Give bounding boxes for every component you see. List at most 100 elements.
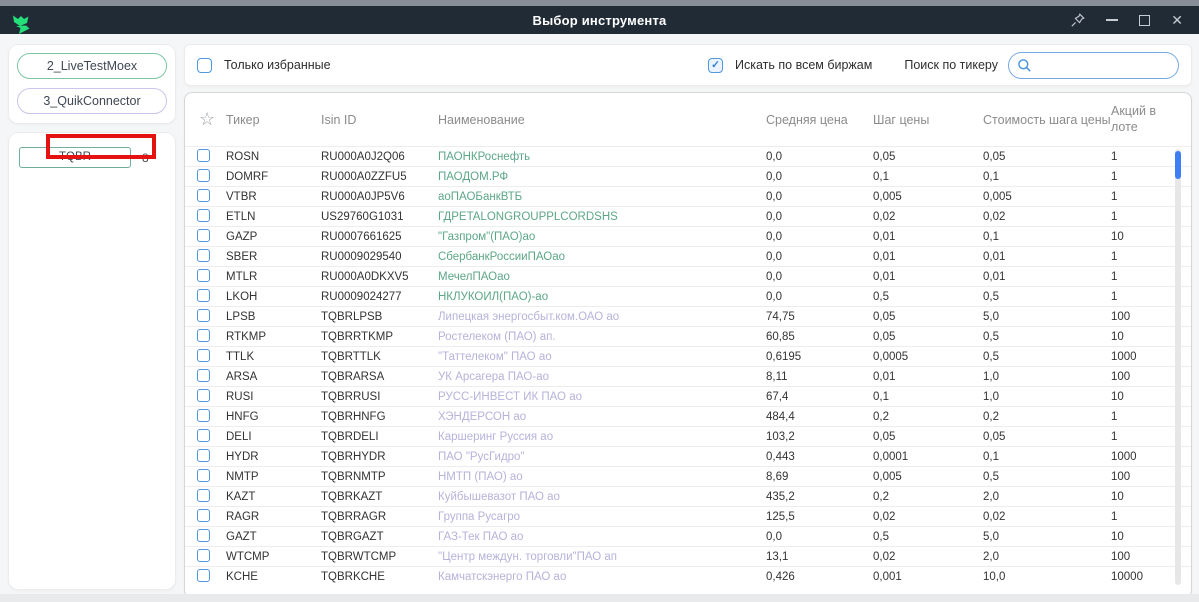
- row-checkbox[interactable]: [197, 489, 210, 502]
- avg-price-cell: 8,11: [766, 371, 873, 383]
- row-checkbox[interactable]: [197, 389, 210, 402]
- table-row[interactable]: WTCMP TQBRWTCMP "Центр междун. торговли"…: [185, 546, 1191, 566]
- table-row[interactable]: HYDR TQBRHYDR ПАО "РусГидро" 0,443 0,000…: [185, 446, 1191, 466]
- isin-cell: TQBRHNFG: [321, 411, 438, 423]
- ticker-search-box[interactable]: [1008, 52, 1179, 79]
- row-checkbox[interactable]: [197, 189, 210, 202]
- close-icon[interactable]: ✕: [1171, 13, 1183, 27]
- row-checkbox[interactable]: [197, 349, 210, 362]
- table-row[interactable]: ROSN RU000A0J2Q06 ПАОНКРоснефть 0,0 0,05…: [185, 146, 1191, 166]
- table-row[interactable]: DELI TQBRDELI Каршеринг Руссия ао 103,2 …: [185, 426, 1191, 446]
- row-checkbox[interactable]: [197, 429, 210, 442]
- table-row[interactable]: DOMRF RU000A0ZZFU5 ПАОДОМ.РФ 0,0 0,1 0,1…: [185, 166, 1191, 186]
- step-cost-cell: 1,0: [983, 391, 1111, 403]
- isin-cell: TQBRGAZT: [321, 531, 438, 543]
- row-checkbox[interactable]: [197, 529, 210, 542]
- star-icon[interactable]: ☆: [199, 109, 226, 130]
- red-highlight-annotation: [46, 134, 156, 159]
- name-cell: НКЛУКОЙЛ(ПАО)-ао: [438, 291, 766, 303]
- table-scrollbar-track[interactable]: [1175, 149, 1181, 585]
- avg-price-cell: 125,5: [766, 511, 873, 523]
- step-cost-cell: 0,1: [983, 171, 1111, 183]
- row-checkbox[interactable]: [197, 209, 210, 222]
- row-checkbox[interactable]: [197, 369, 210, 382]
- row-checkbox[interactable]: [197, 149, 210, 162]
- row-checkbox[interactable]: [197, 289, 210, 302]
- titlebar[interactable]: Выбор инструмента ✕: [0, 6, 1199, 34]
- maximize-icon[interactable]: [1139, 15, 1150, 26]
- row-checkbox[interactable]: [197, 509, 210, 522]
- column-header-ticker: Тикер: [226, 113, 321, 127]
- avg-price-cell: 0,0: [766, 211, 873, 223]
- name-cell: МечелПАОао: [438, 271, 766, 283]
- table-row[interactable]: ETLN US29760G1031 ГДРETALONGROUPPLCORDSH…: [185, 206, 1191, 226]
- row-checkbox[interactable]: [197, 229, 210, 242]
- table-row[interactable]: VTBR RU000A0JP5V6 аоПАОБанкВТБ 0,0 0,005…: [185, 186, 1191, 206]
- table-row[interactable]: RAGR TQBRRAGR Группа Русагро 125,5 0,02 …: [185, 506, 1191, 526]
- name-cell: РУСС-ИНВЕСТ ИК ПАО ао: [438, 391, 766, 403]
- row-checkbox[interactable]: [197, 549, 210, 562]
- step-cost-cell: 0,02: [983, 511, 1111, 523]
- row-checkbox[interactable]: [197, 469, 210, 482]
- table-row[interactable]: RTKMP TQBRRTKMP Ростелеком (ПАО) ап. 60,…: [185, 326, 1191, 346]
- step-cost-cell: 1,0: [983, 371, 1111, 383]
- connection-button-livetestmoex[interactable]: 2_LiveTestMoex: [17, 53, 167, 79]
- table-row[interactable]: KAZT TQBRKAZT Куйбышевазот ПАО ао 435,2 …: [185, 486, 1191, 506]
- price-step-cell: 0,0001: [873, 451, 983, 463]
- row-checkbox[interactable]: [197, 269, 210, 282]
- avg-price-cell: 0,0: [766, 531, 873, 543]
- row-checkbox[interactable]: [197, 409, 210, 422]
- table-row[interactable]: KCHE TQBRKCHE Камчатскэнерго ПАО ао 0,42…: [185, 566, 1191, 586]
- avg-price-cell: 0,0: [766, 191, 873, 203]
- ticker-cell: VTBR: [226, 191, 321, 203]
- table-row[interactable]: HNFG TQBRHNFG ХЭНДЕРСОН ао 484,4 0,2 0,2…: [185, 406, 1191, 426]
- table-row[interactable]: LKOH RU0009024277 НКЛУКОЙЛ(ПАО)-ао 0,0 0…: [185, 286, 1191, 306]
- connection-button-quikconnector[interactable]: 3_QuikConnector: [17, 88, 167, 114]
- column-header-avg-price: Средняя цена: [766, 113, 873, 127]
- row-checkbox[interactable]: [197, 169, 210, 182]
- step-cost-cell: 5,0: [983, 311, 1111, 323]
- price-step-cell: 0,005: [873, 471, 983, 483]
- row-checkbox[interactable]: [197, 569, 210, 582]
- row-checkbox[interactable]: [197, 309, 210, 322]
- table-row[interactable]: SBER RU0009029540 СбербанкРоссииПАОао 0,…: [185, 246, 1191, 266]
- isin-cell: TQBRNMTP: [321, 471, 438, 483]
- table-row[interactable]: NMTP TQBRNMTP НМТП (ПАО) ао 8,69 0,005 0…: [185, 466, 1191, 486]
- table-row[interactable]: ARSA TQBRARSA УК Арсагера ПАО-ао 8,11 0,…: [185, 366, 1191, 386]
- column-header-name: Наименование: [438, 113, 766, 127]
- row-checkbox[interactable]: [197, 249, 210, 262]
- price-step-cell: 0,005: [873, 191, 983, 203]
- table-row[interactable]: RUSI TQBRRUSI РУСС-ИНВЕСТ ИК ПАО ао 67,4…: [185, 386, 1191, 406]
- name-cell: УК Арсагера ПАО-ао: [438, 371, 766, 383]
- avg-price-cell: 0,0: [766, 251, 873, 263]
- favorites-only-checkbox[interactable]: [197, 58, 212, 73]
- ticker-cell: NMTP: [226, 471, 321, 483]
- table-header-row: ☆ Тикер Isin ID Наименование Средняя цен…: [185, 93, 1191, 146]
- pin-icon[interactable]: [1070, 13, 1085, 28]
- column-header-isin: Isin ID: [321, 113, 438, 127]
- table-row[interactable]: LPSB TQBRLPSB Липецкая энергосбыт.ком.ОА…: [185, 306, 1191, 326]
- table-scrollbar-thumb[interactable]: [1175, 151, 1181, 179]
- row-checkbox[interactable]: [197, 329, 210, 342]
- minimize-icon[interactable]: [1106, 19, 1118, 21]
- avg-price-cell: 60,85: [766, 331, 873, 343]
- search-input[interactable]: [1038, 57, 1170, 73]
- search-icon: [1017, 58, 1032, 73]
- table-row[interactable]: MTLR RU000A0DKXV5 МечелПАОао 0,0 0,01 0,…: [185, 266, 1191, 286]
- table-row[interactable]: TTLK TQBRTTLK "Таттелеком" ПАО ао 0,6195…: [185, 346, 1191, 366]
- ticker-cell: DELI: [226, 431, 321, 443]
- isin-cell: TQBRKCHE: [321, 571, 438, 583]
- step-cost-cell: 0,5: [983, 331, 1111, 343]
- price-step-cell: 0,05: [873, 151, 983, 163]
- avg-price-cell: 67,4: [766, 391, 873, 403]
- filter-toolbar: Только избранные ✓ Искать по всем биржам…: [184, 44, 1192, 86]
- row-checkbox[interactable]: [197, 449, 210, 462]
- price-step-cell: 0,1: [873, 391, 983, 403]
- table-row[interactable]: GAZP RU0007661625 "Газпром"(ПАО)ао 0,0 0…: [185, 226, 1191, 246]
- table-row[interactable]: GAZT TQBRGAZT ГАЗ-Тек ПАО ао 0,0 0,5 5,0…: [185, 526, 1191, 546]
- name-cell: ГДРETALONGROUPPLCORDSHS: [438, 211, 766, 223]
- avg-price-cell: 0,443: [766, 451, 873, 463]
- window-title: Выбор инструмента: [0, 13, 1199, 28]
- price-step-cell: 0,01: [873, 371, 983, 383]
- all-exchanges-checkbox[interactable]: ✓: [708, 58, 723, 73]
